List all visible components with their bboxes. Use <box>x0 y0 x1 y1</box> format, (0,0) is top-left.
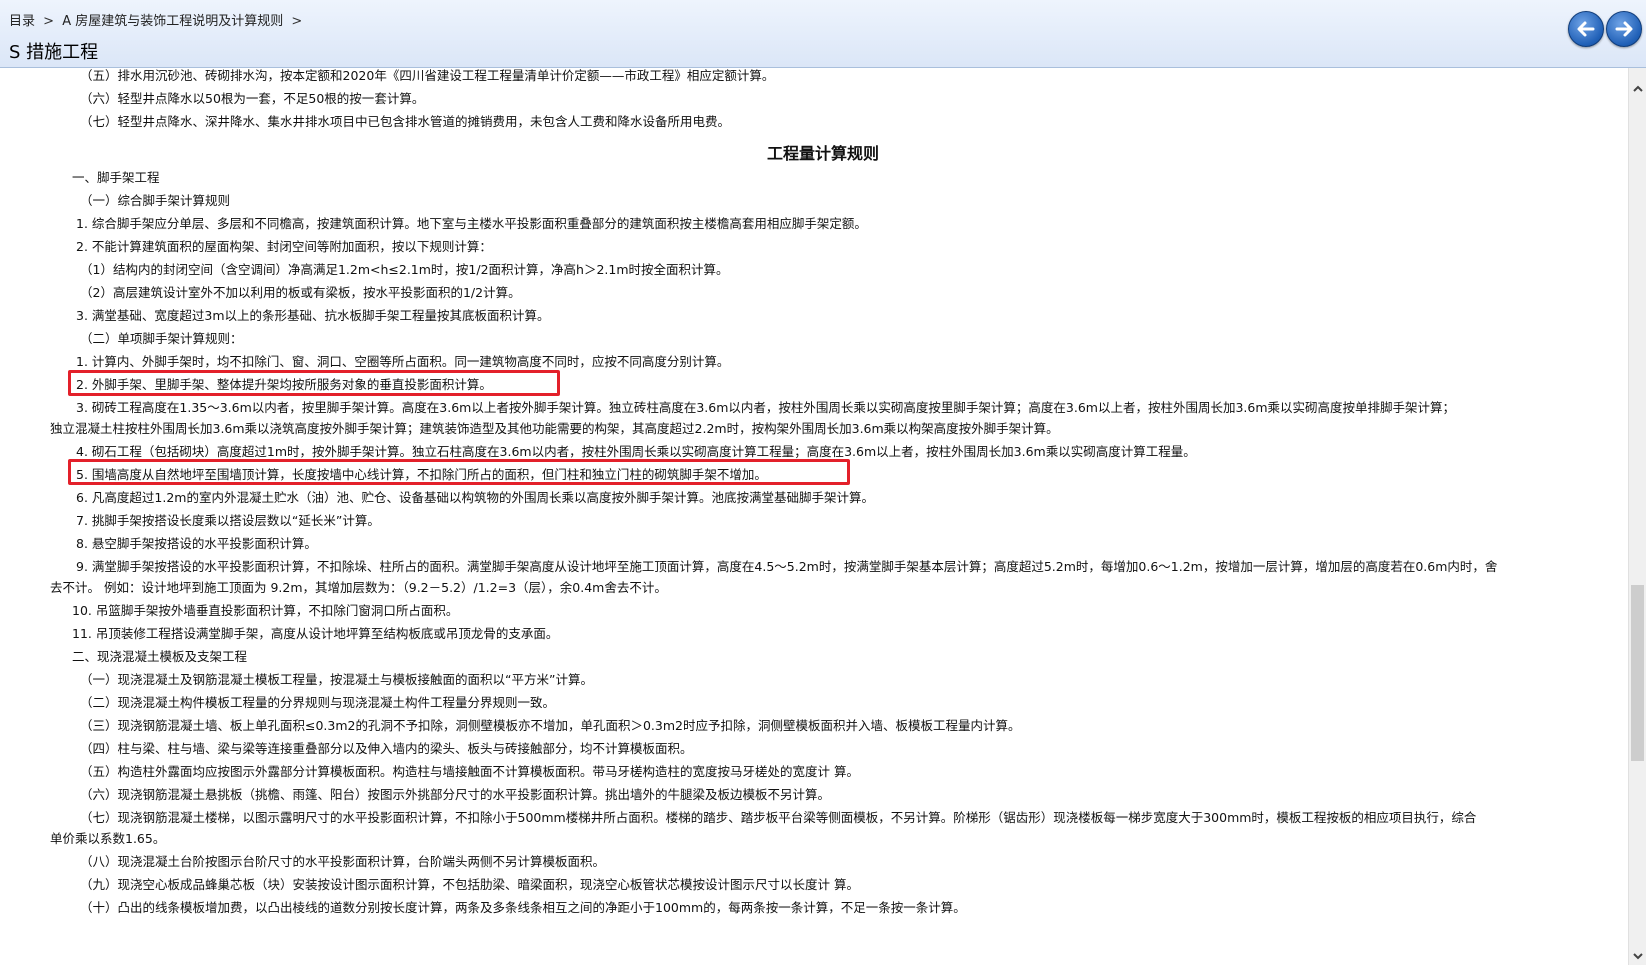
text-line: （2）高层建筑设计室外不加以利用的板或有梁板，按水平投影面积的1/2计算。 <box>80 285 521 300</box>
text-line: （九）现浇空心板成品蜂巢芯板（块）安装按设计图示面积计算，不包括肋梁、暗梁面积，… <box>80 877 859 892</box>
section-heading: 工程量计算规则 <box>766 144 879 163</box>
text-line: （七）现浇钢筋混凝土楼梯，以图示露明尺寸的水平投影面积计算，不扣除小于500mm… <box>80 810 1477 825</box>
arrow-left-icon <box>1577 21 1595 37</box>
header-bar: 目录 > A 房屋建筑与装饰工程说明及计算规则 > S 措施工程 <box>0 0 1646 68</box>
breadcrumb-separator: > <box>291 14 303 29</box>
text-line: （一）综合脚手架计算规则 <box>80 193 231 208</box>
text-line: 2. 不能计算建筑面积的屋面构架、封闭空间等附加面积，按以下规则计算： <box>76 239 492 254</box>
text-line: （六）轻型井点降水以50根为一套，不足50根的按一套计算。 <box>80 91 425 106</box>
back-button[interactable] <box>1568 11 1604 47</box>
breadcrumb-separator: > <box>43 14 55 29</box>
text-line: （八）现浇混凝土台阶按图示台阶尺寸的水平投影面积计算，台阶端头两侧不另计算模板面… <box>80 854 606 869</box>
text-line: （四）柱与梁、柱与墙、梁与梁等连接重叠部分以及伸入墙内的梁头、板头与砖接触部分，… <box>80 741 693 756</box>
text-line: 4. 砌石工程（包括砌块）高度超过1m时，按外脚手架计算。独立石柱高度在3.6m… <box>76 444 1196 459</box>
scroll-up-arrow-icon[interactable] <box>1629 80 1646 98</box>
text-line: 单价乘以系数1.65。 <box>50 831 166 846</box>
text-line: 二、现浇混凝土模板及支架工程 <box>72 649 248 664</box>
scrollbar-thumb[interactable] <box>1631 585 1644 761</box>
text-line: （三）现浇钢筋混凝土墙、板上单孔面积≤0.3m2的孔洞不予扣除，洞侧壁模板亦不增… <box>80 718 1021 733</box>
breadcrumb-section-link[interactable]: A 房屋建筑与装饰工程说明及计算规则 <box>62 14 283 29</box>
page-title: S 措施工程 <box>9 42 99 63</box>
text-line: （五）排水用沉砂池、砖砌排水沟，按本定额和2020年《四川省建设工程工程量清单计… <box>80 68 775 83</box>
text-line: 7. 挑脚手架按搭设长度乘以搭设层数以“延长米”计算。 <box>76 513 380 528</box>
text-line: 1. 综合脚手架应分单层、多层和不同檐高，按建筑面积计算。地下室与主楼水平投影面… <box>76 216 867 231</box>
text-line: 11. 吊顶装修工程搭设满堂脚手架，高度从设计地坪算至结构板底或吊顶龙骨的支承面… <box>72 626 559 641</box>
vertical-scrollbar[interactable] <box>1628 68 1646 965</box>
text-line: 3. 满堂基础、宽度超过3m以上的条形基础、抗水板脚手架工程量按其底板面积计算。 <box>76 308 550 323</box>
text-line: 独立混凝土柱按柱外围周长加3.6m乘以浇筑高度按外脚手架计算；建筑装饰造型及其他… <box>50 421 1059 436</box>
breadcrumb-home-link[interactable]: 目录 <box>9 14 35 29</box>
text-line: （1）结构内的封闭空间（含空调间）净高满足1.2m<h≤2.1m时，按1/2面积… <box>80 262 729 277</box>
text-line: （二）现浇混凝土构件模板工程量的分界规则与现浇混凝土构件工程量分界规则一致。 <box>80 695 556 710</box>
forward-button[interactable] <box>1606 11 1642 47</box>
document-content: （五）排水用沉砂池、砖砌排水沟，按本定额和2020年《四川省建设工程工程量清单计… <box>0 68 1628 965</box>
text-line: （七）轻型井点降水、深井降水、集水井排水项目中已包含排水管道的摊销费用，未包含人… <box>80 114 731 129</box>
text-line: （二）单项脚手架计算规则： <box>80 331 243 346</box>
text-line: （六）现浇钢筋混凝土悬挑板（挑檐、雨篷、阳台）按图示外挑部分尺寸的水平投影面积计… <box>80 787 831 802</box>
text-line: 10. 吊篮脚手架按外墙垂直投影面积计算，不扣除门窗洞口所占面积。 <box>72 603 459 618</box>
breadcrumb: 目录 > A 房屋建筑与装饰工程说明及计算规则 > <box>9 10 306 29</box>
arrow-right-icon <box>1615 21 1633 37</box>
text-line: （五）构造柱外露面均应按图示外露部分计算模板面积。构造柱与墙接触面不计算模板面积… <box>80 764 859 779</box>
text-line: （一）现浇混凝土及钢筋混凝土模板工程量，按混凝土与模板接触面的面积以“平方米”计… <box>80 672 593 687</box>
highlight-box <box>68 370 560 396</box>
text-line: 去不计。 例如：设计地坪到施工顶面为 9.2m，其增加层数为：（9.2－5.2）… <box>50 580 667 595</box>
text-line: 6. 凡高度超过1.2m的室内外混凝土贮水（油）池、贮仓、设备基础以构筑物的外围… <box>76 490 874 505</box>
text-line: 9. 满堂脚手架按搭设的水平投影面积计算，不扣除垛、柱所占的面积。满堂脚手架高度… <box>76 559 1498 574</box>
text-line: 1. 计算内、外脚手架时，均不扣除门、窗、洞口、空圈等所占面积。同一建筑物高度不… <box>76 354 730 369</box>
text-line: 3. 砌砖工程高度在1.35～3.6m以内者，按里脚手架计算。高度在3.6m以上… <box>76 400 1456 415</box>
highlight-box <box>68 459 850 485</box>
text-line: 8. 悬空脚手架按搭设的水平投影面积计算。 <box>76 536 317 551</box>
text-line: 一、脚手架工程 <box>72 170 160 185</box>
text-line: （十）凸出的线条模板增加费，以凸出棱线的道数分别按长度计算，两条及多条线条相互之… <box>80 900 966 915</box>
scroll-down-arrow-icon[interactable] <box>1629 947 1646 965</box>
